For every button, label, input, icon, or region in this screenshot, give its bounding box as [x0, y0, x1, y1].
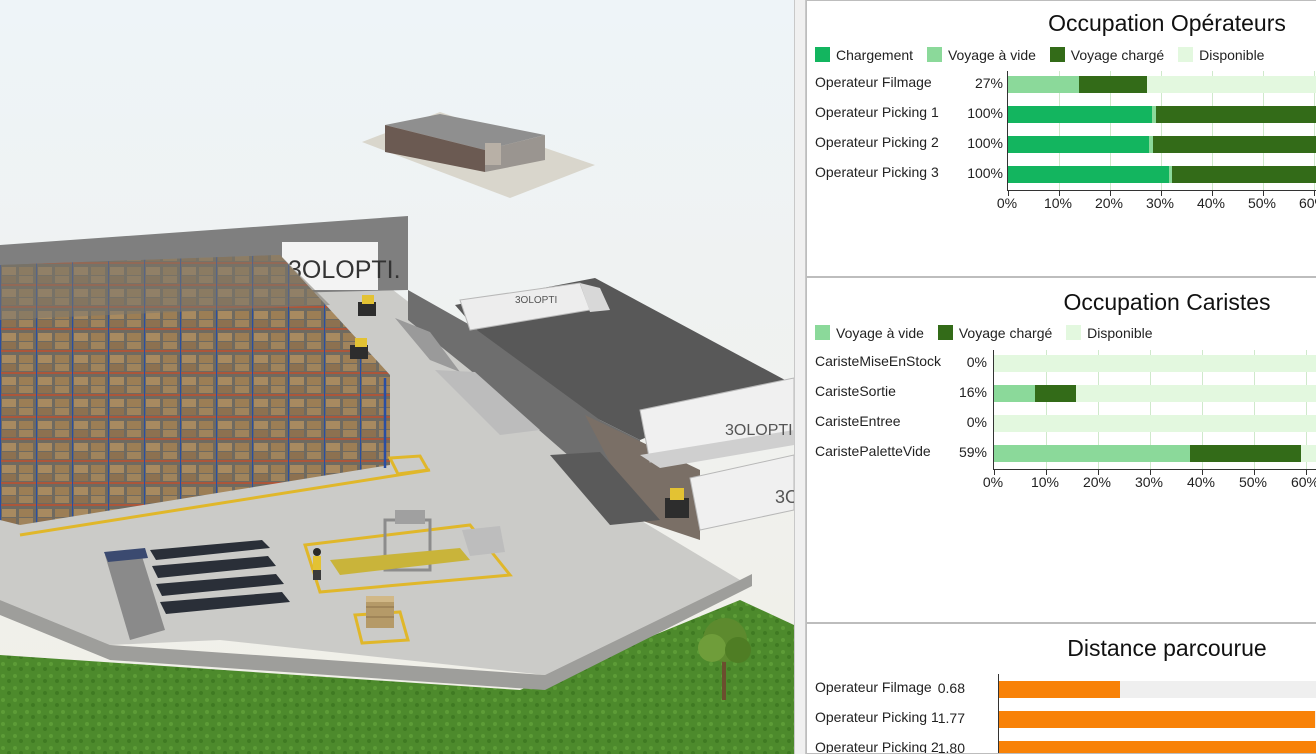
bar-distance — [999, 681, 1121, 698]
row-value: 0.68 — [937, 680, 965, 696]
x-tick-label: 0% — [996, 195, 1018, 211]
row-value: 27% — [974, 75, 1003, 91]
bar-segment-voyage-charge — [1153, 136, 1316, 153]
distance-panel: Distance parcourue Operateur Filmage 0.6… — [806, 623, 1316, 754]
bar-segment-chargement — [1008, 166, 1169, 183]
warehouse-3d-view[interactable]: 3OLOPTI. 3OLOPTI 3OLOPTI. 3O — [0, 0, 794, 754]
legend-disponible: Disponible — [1066, 325, 1153, 341]
caristes-legend: Voyage à vide Voyage chargé Disponible — [815, 325, 1163, 343]
svg-text:3OLOPTI: 3OLOPTI — [515, 295, 557, 306]
bar-segment-voyage-charge — [1078, 76, 1148, 93]
row-label: Operateur Filmage — [815, 74, 932, 90]
row-label: CaristePaletteVide — [815, 443, 931, 459]
company-logo-text: 3OLOPTI. — [288, 256, 401, 284]
bar-distance — [999, 741, 1316, 753]
x-tick-label: 30% — [1145, 195, 1175, 211]
worker-figure — [313, 556, 321, 570]
row-value: 59% — [958, 444, 987, 460]
x-tick-label: 20% — [1082, 474, 1112, 490]
x-axis-line — [993, 469, 1316, 470]
legend-chargement: Chargement — [815, 47, 913, 63]
svg-text:3OLOPTI.: 3OLOPTI. — [725, 422, 794, 439]
x-tick-label: 30% — [1134, 474, 1164, 490]
bar-segment-voyage-charge — [1155, 106, 1316, 123]
row-label: Operateur Picking 1 — [815, 104, 939, 120]
legend-disponible: Disponible — [1178, 47, 1264, 63]
row-label: Operateur Picking 2 — [815, 134, 939, 150]
bar-segment-voyage-vide — [1008, 76, 1079, 93]
caristes-panel-title: Occupation Caristes — [1063, 289, 1271, 315]
caristes-occupation-panel: Occupation Caristes Voyage à vide Voyage… — [806, 277, 1316, 623]
bar-segment-voyage-vide — [994, 385, 1035, 402]
bar-track-background — [999, 681, 1316, 698]
operators-panel-title: Occupation Opérateurs — [1048, 10, 1286, 36]
x-tick-label: 60% — [1290, 474, 1316, 490]
x-tick-label: 60% — [1298, 195, 1316, 211]
bar-track-background — [999, 741, 1316, 753]
row-label: CaristeSortie — [815, 383, 896, 399]
legend-voyage-charge: Voyage chargé — [1049, 47, 1164, 63]
bar-track-disponible — [1008, 166, 1316, 183]
bar-segment-chargement — [1008, 106, 1152, 123]
bar-track-disponible — [994, 355, 1316, 372]
x-tick-label: 10% — [1043, 195, 1073, 211]
x-tick-label: 50% — [1238, 474, 1268, 490]
bar-segment-voyage-charge — [1171, 166, 1316, 183]
row-value: 0% — [966, 354, 987, 370]
legend-voyage-vide: Voyage à vide — [926, 47, 1036, 63]
bar-segment-voyage-charge — [1034, 385, 1077, 402]
bar-track-disponible — [1008, 76, 1316, 93]
x-tick-label: 40% — [1196, 195, 1226, 211]
svg-text:3O: 3O — [775, 487, 794, 507]
row-value: 1.80 — [937, 740, 965, 754]
row-value: 0% — [966, 414, 987, 430]
row-label: CaristeMiseEnStock — [815, 353, 942, 369]
bar-distance — [999, 711, 1315, 728]
bar-track-disponible — [994, 385, 1316, 402]
row-label: Operateur Picking 3 — [815, 164, 939, 180]
operators-legend: Chargement Voyage à vide Voyage chargé D… — [815, 47, 1274, 65]
row-value: 100% — [967, 105, 1003, 121]
bar-track-disponible — [994, 415, 1316, 432]
x-tick-label: 50% — [1247, 195, 1277, 211]
x-tick-label: 20% — [1094, 195, 1124, 211]
bar-track-disponible — [1008, 136, 1316, 153]
bar-segment-chargement — [1008, 136, 1150, 153]
x-tick-label: 40% — [1186, 474, 1216, 490]
splitter-handle[interactable] — [794, 0, 806, 754]
legend-voyage-vide: Voyage à vide — [815, 325, 924, 341]
bar-segment-voyage-charge — [1189, 445, 1301, 462]
row-value: 16% — [958, 384, 987, 400]
warehouse-scene-svg[interactable]: 3OLOPTI. 3OLOPTI 3OLOPTI. 3O — [0, 0, 794, 754]
row-value: 1.77 — [937, 710, 965, 726]
legend-voyage-charge: Voyage chargé — [937, 325, 1052, 341]
distance-panel-title: Distance parcourue — [1067, 635, 1267, 661]
operators-occupation-panel: Occupation Opérateurs Chargement Voyage … — [806, 0, 1316, 277]
pallet-stack — [366, 596, 394, 628]
row-label: CaristeEntree — [815, 413, 901, 429]
x-tick-label: 0% — [982, 474, 1004, 490]
x-tick-label: 10% — [1030, 474, 1060, 490]
row-value: 100% — [967, 165, 1003, 181]
bar-track-disponible — [1008, 106, 1316, 123]
bar-track-background — [999, 711, 1316, 728]
bar-segment-voyage-vide — [994, 445, 1190, 462]
row-value: 100% — [967, 135, 1003, 151]
bar-track-disponible — [994, 445, 1316, 462]
